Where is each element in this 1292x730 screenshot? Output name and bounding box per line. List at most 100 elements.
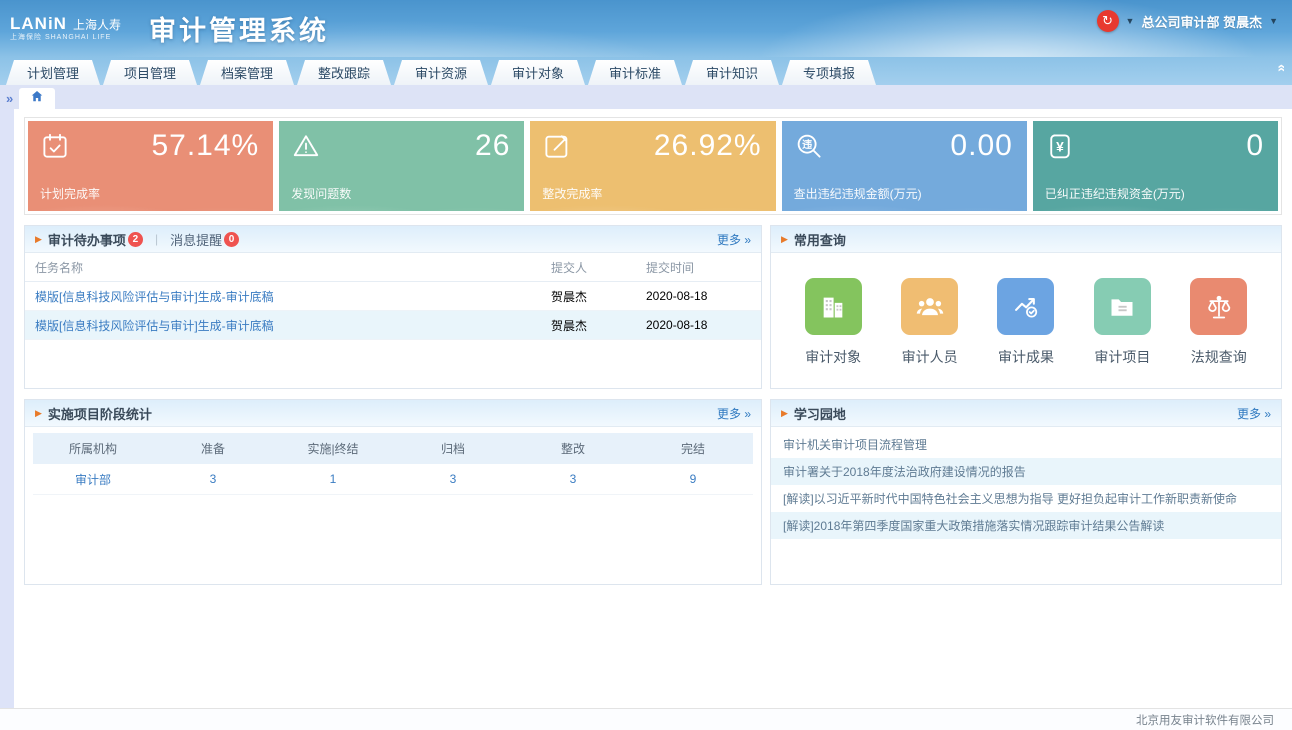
logo-text: LANiN [10, 15, 67, 34]
expand-sidebar-icon[interactable]: » [6, 91, 13, 106]
home-tab[interactable] [19, 88, 55, 109]
learning-item-link[interactable]: [解读]2018年第四季度国家重大政策措施落实情况跟踪审计结果公告解读 [771, 512, 1281, 539]
kpi-label: 发现问题数 [291, 185, 351, 202]
notification-icon[interactable]: ↻ [1097, 10, 1119, 32]
user-area: ↻ ▼ 总公司审计部 贺晨杰 ▼ [1097, 10, 1278, 32]
collapse-header-icon[interactable]: » [1273, 64, 1287, 72]
task-link[interactable]: 模版[信息科技风险评估与审计]生成-审计底稿 [35, 319, 274, 333]
learning-item-link[interactable]: [解读]以习近平新时代中国特色社会主义思想为指导 更好担负起审计工作新职责新使命 [771, 485, 1281, 512]
main-content: 57.14% 计划完成率 26 发现问题数 26.92% 整改完成率 [0, 109, 1292, 708]
column-preparation: 准备 [153, 440, 273, 457]
messages-tab[interactable]: 消息提醒 [170, 230, 222, 249]
header-divider: | [155, 232, 158, 246]
stage-stats-row: 审计部 3 1 3 3 9 [33, 464, 753, 495]
kpi-card-violation-amount: 违 0.00 查出违纪违规金额(万元) [782, 121, 1027, 211]
scales-icon [1190, 278, 1247, 335]
main-nav-tabbar: 计划管理 项目管理 档案管理 整改跟踪 审计资源 审计对象 审计标准 审计知识 … [0, 57, 1292, 85]
learning-list: 审计机关审计项目流程管理 审计署关于2018年度法治政府建设情况的报告 [解读]… [771, 427, 1281, 539]
todo-row: 模版[信息科技风险评估与审计]生成-审计底稿 贺晨杰 2020-08-18 [25, 311, 761, 340]
quick-audit-personnel-button[interactable]: 审计人员 [901, 278, 958, 367]
panel-arrow-icon: ▶ [781, 408, 788, 419]
tab-audit-resources[interactable]: 审计资源 [394, 60, 488, 85]
tab-plan-management[interactable]: 计划管理 [6, 60, 100, 85]
quick-query-items: 审计对象 审计人员 审计成果 [771, 253, 1281, 388]
todo-row: 模版[信息科技风险评估与审计]生成-审计底稿 贺晨杰 2020-08-18 [25, 282, 761, 311]
calendar-check-icon [40, 131, 70, 166]
svg-text:违: 违 [802, 138, 812, 151]
kpi-label: 已纠正违纪违规资金(万元) [1045, 185, 1185, 202]
open-tabs-bar: » [0, 85, 1292, 109]
chevron-down-icon[interactable]: ▼ [1126, 16, 1135, 26]
learning-item-link[interactable]: 审计署关于2018年度法治政府建设情况的报告 [771, 458, 1281, 485]
column-completed: 完结 [633, 440, 753, 457]
org-link[interactable]: 审计部 [75, 473, 111, 487]
stat-value-link[interactable]: 9 [690, 472, 697, 486]
panel-arrow-icon: ▶ [35, 408, 42, 419]
column-archived: 归档 [393, 440, 513, 457]
stage-stats-more-link[interactable]: 更多 » [717, 405, 751, 422]
quick-label: 审计成果 [998, 347, 1054, 367]
tab-audit-knowledge[interactable]: 审计知识 [685, 60, 779, 85]
stat-value-link[interactable]: 1 [330, 472, 337, 486]
learning-more-link[interactable]: 更多 » [1237, 405, 1271, 422]
stage-stats-panel: ▶ 实施项目阶段统计 更多 » 所属机构 准备 实施|终结 归档 整改 完结 审… [24, 399, 762, 585]
kpi-label: 计划完成率 [40, 185, 100, 202]
column-submit-time: 提交时间 [646, 259, 761, 276]
quick-audit-projects-button[interactable]: 审计项目 [1094, 278, 1151, 367]
tab-special-reporting[interactable]: 专项填报 [782, 60, 876, 85]
panel-arrow-icon: ▶ [35, 234, 42, 245]
stage-stats-title: 实施项目阶段统计 [48, 404, 152, 423]
quick-label: 审计人员 [902, 347, 958, 367]
quick-regulations-query-button[interactable]: 法规查询 [1190, 278, 1247, 367]
stat-value-link[interactable]: 3 [570, 472, 577, 486]
app-header: LANiN 上海人寿 上海保险 SHANGHAI LIFE 审计管理系统 ↻ ▼… [0, 0, 1292, 57]
folder-icon [1094, 278, 1151, 335]
quick-label: 审计对象 [805, 347, 861, 367]
tab-audit-standards[interactable]: 审计标准 [588, 60, 682, 85]
quick-query-header: ▶ 常用查询 [771, 226, 1281, 253]
todo-panel: ▶ 审计待办事项 2 | 消息提醒 0 更多 » 任务名称 提交人 提交时间 模… [24, 225, 762, 389]
kpi-label: 查出违纪违规金额(万元) [794, 185, 922, 202]
tab-archive-management[interactable]: 档案管理 [200, 60, 294, 85]
submitter: 贺晨杰 [551, 288, 646, 305]
todo-more-link[interactable]: 更多 » [717, 231, 751, 248]
user-menu-chevron-icon[interactable]: ▼ [1269, 16, 1278, 26]
footer-company-name: 北京用友审计软件有限公司 [1136, 712, 1274, 728]
kpi-card-problems-found: 26 发现问题数 [279, 121, 524, 211]
kpi-value: 26.92% [654, 129, 762, 163]
quick-label: 法规查询 [1191, 347, 1247, 367]
tab-rectification-tracking[interactable]: 整改跟踪 [297, 60, 391, 85]
tab-project-management[interactable]: 项目管理 [103, 60, 197, 85]
submit-time: 2020-08-18 [646, 289, 761, 303]
quick-audit-results-button[interactable]: 审计成果 [997, 278, 1054, 367]
quick-query-title: 常用查询 [794, 230, 846, 249]
todo-tab[interactable]: 审计待办事项 [48, 230, 126, 249]
tab-audit-objects[interactable]: 审计对象 [491, 60, 585, 85]
violation-search-icon: 违 [794, 131, 824, 166]
kpi-label: 整改完成率 [542, 185, 602, 202]
user-name[interactable]: 总公司审计部 贺晨杰 [1141, 12, 1262, 31]
quick-audit-objects-button[interactable]: 审计对象 [805, 278, 862, 367]
kpi-value: 0.00 [950, 129, 1012, 163]
kpi-card-plan-completion: 57.14% 计划完成率 [28, 121, 273, 211]
yuan-icon: ¥ [1045, 131, 1075, 166]
kpi-card-corrected-funds: ¥ 0 已纠正违纪违规资金(万元) [1033, 121, 1278, 211]
column-organization: 所属机构 [33, 440, 153, 457]
learning-panel: ▶ 学习园地 更多 » 审计机关审计项目流程管理 审计署关于2018年度法治政府… [770, 399, 1282, 585]
kpi-value: 26 [475, 129, 510, 163]
chart-check-icon [997, 278, 1054, 335]
column-implementation: 实施|终结 [273, 440, 393, 457]
company-logo: LANiN 上海人寿 上海保险 SHANGHAI LIFE [10, 15, 121, 41]
warning-triangle-icon [291, 131, 321, 166]
stat-value-link[interactable]: 3 [450, 472, 457, 486]
edit-icon [542, 131, 572, 166]
learning-header: ▶ 学习园地 更多 » [771, 400, 1281, 427]
quick-query-panel: ▶ 常用查询 审计对象 审计人员 [770, 225, 1282, 389]
stat-value-link[interactable]: 3 [210, 472, 217, 486]
column-submitter: 提交人 [551, 259, 646, 276]
learning-title: 学习园地 [794, 404, 846, 423]
column-task-name: 任务名称 [25, 259, 551, 276]
learning-item-link[interactable]: 审计机关审计项目流程管理 [771, 431, 1281, 458]
task-link[interactable]: 模版[信息科技风险评估与审计]生成-审计底稿 [35, 290, 274, 304]
kpi-cards-row: 57.14% 计划完成率 26 发现问题数 26.92% 整改完成率 [24, 117, 1282, 215]
